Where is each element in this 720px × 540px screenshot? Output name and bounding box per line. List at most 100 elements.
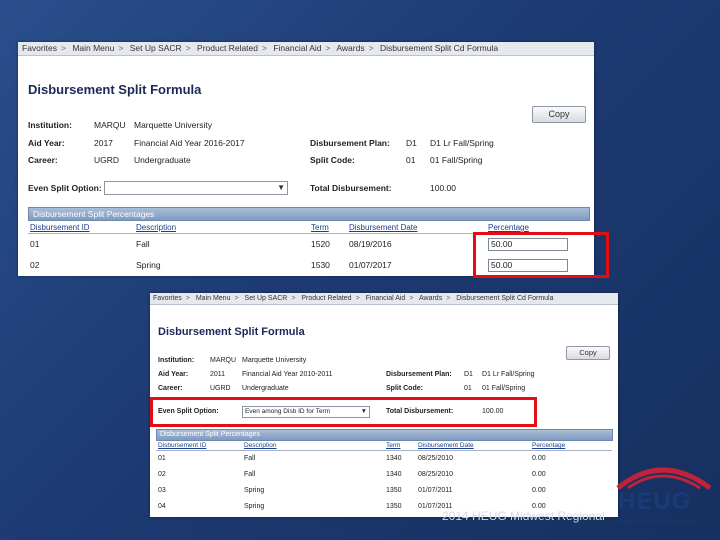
term-cell: 1520 <box>311 239 330 249</box>
disbursement-id-cell: 02 <box>30 260 40 270</box>
disbursement-date-cell: 08/19/2016 <box>349 239 392 249</box>
split-code-label: Split Code: <box>386 385 423 392</box>
breadcrumb: Favorites > Main Menu > Set Up SACR > Produ… <box>18 42 594 56</box>
breadcrumb-item[interactable]: Disbursement Split Cd Formula <box>380 43 498 53</box>
total-disbursement-value: 100.00 <box>430 183 456 193</box>
description-cell: Spring <box>244 487 265 494</box>
disbursement-id-cell: 04 <box>158 503 166 510</box>
description-cell: Spring <box>244 503 265 510</box>
description-cell: Fall <box>136 239 150 249</box>
split-code-description: 01 Fall/Spring <box>482 385 526 392</box>
breadcrumb-separator-icon: > <box>409 295 414 302</box>
breadcrumb-item[interactable]: Financial Aid <box>366 295 406 302</box>
column-header-disbursement-date[interactable]: Disbursement Date <box>418 442 474 449</box>
highlight-even-split-box <box>150 397 537 427</box>
career-label: Career: <box>158 385 183 392</box>
breadcrumb-item[interactable]: Favorites <box>153 295 182 302</box>
section-header: Disbursement Split Percentages <box>28 207 590 221</box>
institution-name: Marquette University <box>242 357 307 364</box>
term-cell: 1350 <box>386 487 402 494</box>
breadcrumb-item[interactable]: Set Up SACR <box>245 295 288 302</box>
column-header-term[interactable]: Term <box>386 442 400 449</box>
logo-trademark: TM <box>700 526 708 532</box>
column-header-disbursement-date[interactable]: Disbursement Date <box>349 223 417 232</box>
column-header-disbursement-id[interactable]: Disbursement ID <box>158 442 206 449</box>
aid-year-description: Financial Aid Year 2016-2017 <box>134 138 245 148</box>
breadcrumb-separator-icon: > <box>291 295 296 302</box>
disbursement-plan-label: Disbursement Plan: <box>310 138 390 148</box>
breadcrumb-item[interactable]: Awards <box>336 43 364 53</box>
breadcrumb: Favorites > Main Menu > Set Up SACR > Produ… <box>150 293 618 305</box>
breadcrumb-item[interactable]: Product Related <box>197 43 258 53</box>
table-divider <box>156 450 612 451</box>
term-cell: 1340 <box>386 471 402 478</box>
logo-wordmark: HEUG <box>618 488 692 515</box>
description-cell: Spring <box>136 260 161 270</box>
column-header-term[interactable]: Term <box>311 223 329 232</box>
disbursement-id-cell: 01 <box>158 455 166 462</box>
section-header: Disbursement Split Percentages <box>156 429 613 441</box>
breadcrumb-item[interactable]: Awards <box>419 295 442 302</box>
breadcrumb-separator-icon: > <box>185 295 190 302</box>
institution-code: MARQU <box>210 357 237 364</box>
breadcrumb-separator-icon: > <box>185 43 191 53</box>
breadcrumb-item[interactable]: Favorites <box>22 43 57 53</box>
description-cell: Fall <box>244 471 256 478</box>
institution-name: Marquette University <box>134 120 212 130</box>
heug-logo: HEUG HIGHER EDUCATION USER GROUP TM <box>612 458 714 536</box>
breadcrumb-item[interactable]: Financial Aid <box>273 43 321 53</box>
institution-code: MARQU <box>94 120 126 130</box>
breadcrumb-separator-icon: > <box>261 43 267 53</box>
chevron-down-icon: ▼ <box>277 183 285 192</box>
breadcrumb-separator-icon: > <box>234 295 239 302</box>
aid-year-value: 2011 <box>210 371 226 378</box>
total-disbursement-label: Total Disbursement: <box>310 183 392 193</box>
disbursement-id-cell: 03 <box>158 487 166 494</box>
term-cell: 1340 <box>386 455 402 462</box>
disbursement-plan-description: D1 Lr Fall/Spring <box>430 138 494 148</box>
disbursement-date-cell: 01/07/2011 <box>418 487 453 494</box>
aid-year-label: Aid Year: <box>158 371 189 378</box>
column-header-percentage[interactable]: Percentage <box>488 223 529 232</box>
page-title: Disbursement Split Formula <box>28 82 202 97</box>
career-label: Career: <box>28 155 58 165</box>
copy-button[interactable]: Copy <box>532 106 586 123</box>
column-header-description[interactable]: Description <box>136 223 176 232</box>
career-code: UGRD <box>210 385 231 392</box>
breadcrumb-separator-icon: > <box>368 43 374 53</box>
logo-subtitle: HIGHER EDUCATION USER GROUP <box>616 519 695 524</box>
copy-button[interactable]: Copy <box>566 346 610 360</box>
split-code-value: 01 <box>406 155 416 165</box>
aid-year-label: Aid Year: <box>28 138 65 148</box>
split-code-value: 01 <box>464 385 472 392</box>
career-description: Undergraduate <box>134 155 191 165</box>
career-description: Undergraduate <box>242 385 289 392</box>
highlight-percentage-box <box>473 232 609 278</box>
column-header-percentage[interactable]: Percentage <box>532 442 565 449</box>
split-code-label: Split Code: <box>310 155 355 165</box>
breadcrumb-item[interactable]: Set Up SACR <box>130 43 182 53</box>
percentage-cell: 0.00 <box>532 471 546 478</box>
disbursement-id-cell: 02 <box>158 471 166 478</box>
institution-label: Institution: <box>28 120 72 130</box>
breadcrumb-item[interactable]: Main Menu <box>72 43 114 53</box>
disbursement-date-cell: 01/07/2017 <box>349 260 392 270</box>
page-title: Disbursement Split Formula <box>158 326 305 338</box>
breadcrumb-item[interactable]: Main Menu <box>196 295 231 302</box>
disbursement-plan-code: D1 <box>464 371 473 378</box>
aid-year-value: 2017 <box>94 138 113 148</box>
institution-label: Institution: <box>158 357 195 364</box>
breadcrumb-item[interactable]: Product Related <box>301 295 351 302</box>
breadcrumb-separator-icon: > <box>118 43 124 53</box>
even-split-option-select[interactable]: ▼ <box>104 181 288 195</box>
term-cell: 1350 <box>386 503 402 510</box>
disbursement-date-cell: 08/25/2010 <box>418 455 454 462</box>
percentage-cell: 0.00 <box>532 487 546 494</box>
disbursement-plan-code: D1 <box>406 138 417 148</box>
term-cell: 1530 <box>311 260 330 270</box>
column-header-description[interactable]: Description <box>244 442 277 449</box>
disbursement-plan-description: D1 Lr Fall/Spring <box>482 371 535 378</box>
breadcrumb-item[interactable]: Disbursement Split Cd Formula <box>456 295 553 302</box>
description-cell: Fall <box>244 455 256 462</box>
column-header-disbursement-id[interactable]: Disbursement ID <box>30 223 90 232</box>
